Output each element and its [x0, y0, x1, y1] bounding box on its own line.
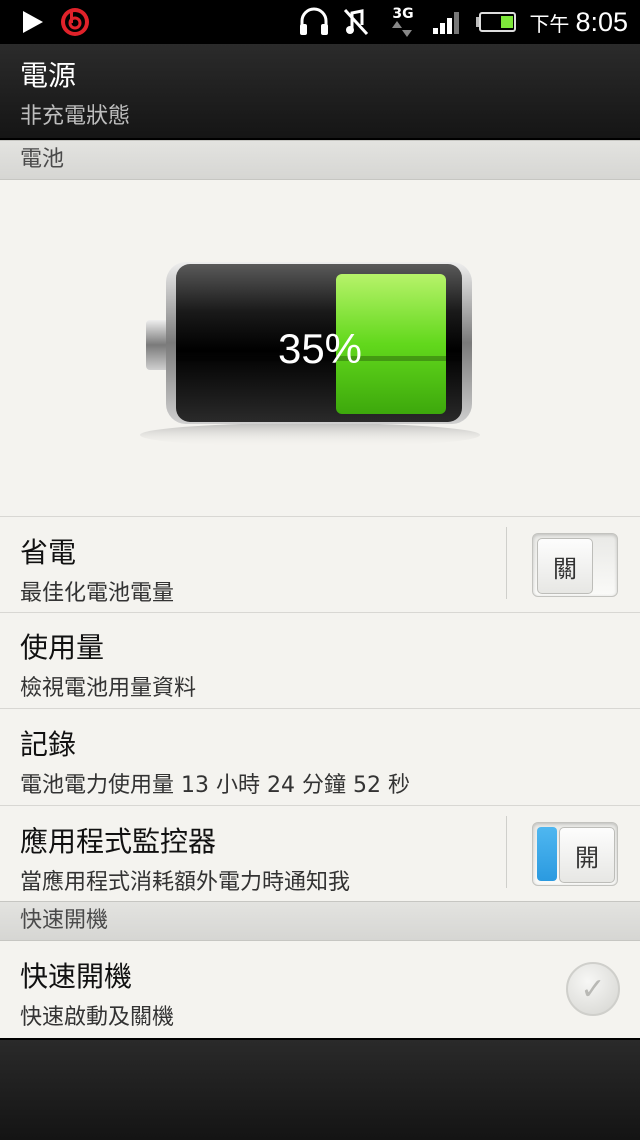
headphones-icon — [296, 0, 332, 44]
app-monitor-subtitle: 當應用程式消耗額外電力時通知我 — [20, 870, 351, 895]
checkmark-icon: ✓ — [580, 971, 606, 1007]
fast-boot-checkbox[interactable]: ✓ — [566, 962, 620, 1016]
usage-row[interactable]: 使用量 檢視電池用量資料 — [0, 612, 640, 709]
status-clock: 下午 8:05 — [529, 0, 628, 44]
app-monitor-row[interactable]: 應用程式監控器 當應用程式消耗額外電力時通知我 開 — [0, 806, 640, 900]
settings-content: 電池 35% 省電 最佳化電池電量 關 使用量 檢視電池用量資料 記錄 電池電力… — [0, 140, 640, 1038]
network-3g-label: 3G — [392, 6, 414, 22]
play-store-icon — [18, 0, 48, 44]
signal-icon — [430, 0, 466, 44]
network-3g-icon: 3G — [386, 0, 420, 44]
power-saver-row[interactable]: 省電 最佳化電池電量 關 — [0, 516, 640, 613]
usage-title: 使用量 — [20, 631, 105, 664]
bottom-bar — [0, 1038, 640, 1140]
app-monitor-title: 應用程式監控器 — [20, 825, 217, 858]
history-subtitle: 電池電力使用量 13 小時 24 分鐘 52 秒 — [20, 773, 410, 798]
section-header-battery: 電池 — [0, 140, 640, 180]
toggle-divider — [506, 816, 507, 888]
fast-boot-subtitle: 快速啟動及關機 — [20, 1005, 175, 1030]
clock-time: 8:05 — [575, 6, 628, 37]
power-saver-toggle[interactable]: 關 — [532, 533, 618, 597]
power-saver-toggle-knob: 關 — [537, 538, 593, 594]
status-bar: 3G 下午 8:05 — [0, 0, 640, 44]
beats-audio-icon — [58, 0, 92, 44]
fast-boot-row[interactable]: 快速開機 快速啟動及關機 ✓ — [0, 941, 640, 1037]
section-label-battery: 電池 — [20, 147, 65, 172]
usage-subtitle: 檢視電池用量資料 — [20, 676, 197, 701]
section-header-fast-boot: 快速開機 — [0, 901, 640, 941]
app-monitor-toggle[interactable]: 開 — [532, 822, 618, 886]
power-saver-title: 省電 — [20, 536, 77, 569]
vibrate-off-icon — [340, 0, 372, 44]
battery-icon — [474, 0, 518, 44]
page-header: 電源 非充電狀態 — [0, 44, 640, 140]
history-title: 記錄 — [20, 728, 77, 761]
battery-percent: 35% — [277, 325, 363, 372]
app-monitor-toggle-on-indicator — [537, 827, 557, 881]
history-row[interactable]: 記錄 電池電力使用量 13 小時 24 分鐘 52 秒 — [0, 709, 640, 806]
battery-graphic: 35% — [0, 180, 640, 515]
fast-boot-title: 快速開機 — [20, 960, 133, 993]
app-monitor-toggle-knob: 開 — [559, 827, 615, 883]
clock-ampm: 下午 — [529, 11, 570, 36]
section-label-fast-boot: 快速開機 — [20, 908, 109, 933]
page-title: 電源 — [20, 59, 77, 92]
toggle-divider — [506, 527, 507, 599]
page-subtitle: 非充電狀態 — [20, 104, 131, 129]
power-saver-subtitle: 最佳化電池電量 — [20, 581, 175, 606]
